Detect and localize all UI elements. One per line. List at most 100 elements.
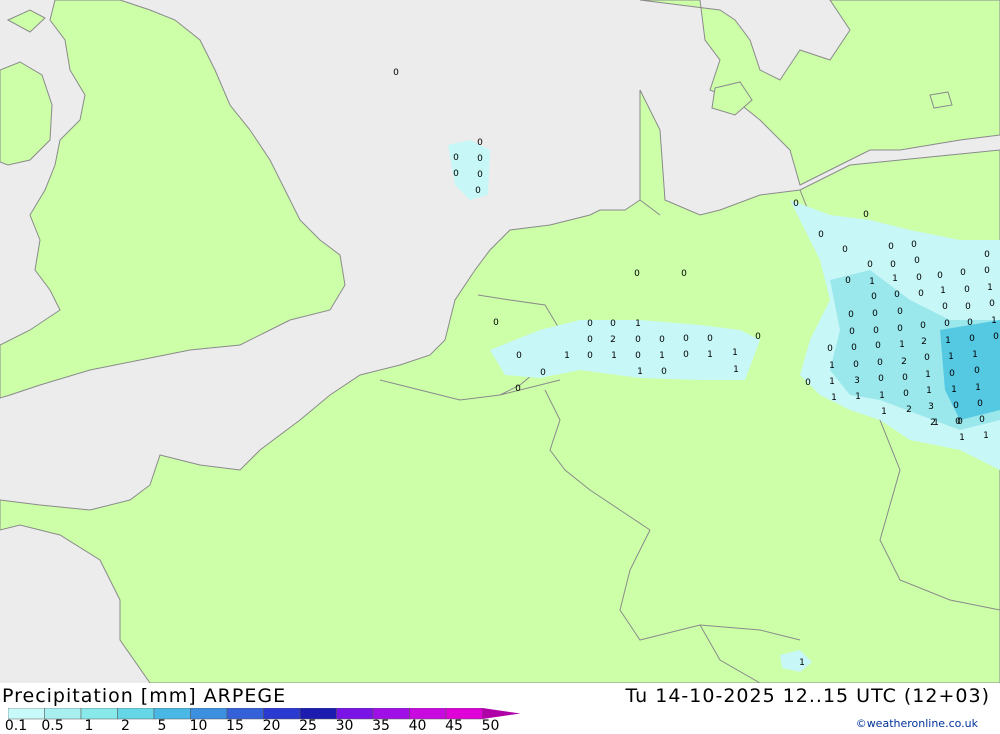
precip-value-label: 0 xyxy=(949,369,955,379)
precip-value-label: 0 xyxy=(453,153,459,163)
precip-value-label: 0 xyxy=(877,358,883,368)
precip-value-label: 0 xyxy=(516,351,522,361)
precip-value-label: 0 xyxy=(477,138,483,148)
precip-value-label: 0 xyxy=(914,256,920,266)
legend-label: 10 xyxy=(189,718,208,734)
precip-value-label: 1 xyxy=(881,407,887,417)
precip-value-label: 0 xyxy=(942,302,948,312)
precip-value-label: 0 xyxy=(587,335,593,345)
precip-value-label: 0 xyxy=(957,417,963,427)
precip-value-label: 0 xyxy=(805,378,811,388)
precip-value-label: 0 xyxy=(944,319,950,329)
precip-value-label: 0 xyxy=(984,250,990,260)
legend-label: 25 xyxy=(299,718,317,734)
precip-value-label: 0 xyxy=(964,285,970,295)
precip-value-label: 1 xyxy=(733,365,739,375)
precip-value-label: 3 xyxy=(928,402,934,412)
precip-value-label: 0 xyxy=(894,290,900,300)
legend-label: 45 xyxy=(445,718,463,734)
precip-value-label: 2 xyxy=(921,337,927,347)
precip-value-label: 1 xyxy=(987,283,993,293)
precip-value-label: 0 xyxy=(984,266,990,276)
precip-value-label: 0 xyxy=(851,343,857,353)
precip-value-label: 0 xyxy=(903,389,909,399)
legend-label: 20 xyxy=(262,718,281,734)
precip-value-label: 0 xyxy=(477,154,483,164)
precip-value-label: 0 xyxy=(610,319,616,329)
precip-value-label: 1 xyxy=(945,336,951,346)
precip-value-label: 0 xyxy=(587,351,593,361)
precip-value-label: 0 xyxy=(477,170,483,180)
precip-value-label: 0 xyxy=(659,335,665,345)
precip-value-label: 1 xyxy=(707,350,713,360)
precip-value-label: 1 xyxy=(926,386,932,396)
precip-value-label: 0 xyxy=(848,310,854,320)
precip-value-label: 0 xyxy=(634,269,640,279)
legend-label: 0.5 xyxy=(41,718,64,734)
precip-value-label: 0 xyxy=(540,368,546,378)
precip-value-label: 0 xyxy=(683,334,689,344)
precip-value-label: 1 xyxy=(611,351,617,361)
precip-value-label: 0 xyxy=(683,350,689,360)
precip-value-label: 0 xyxy=(937,271,943,281)
precip-value-label: 0 xyxy=(827,344,833,354)
precip-value-label: 1 xyxy=(975,383,981,393)
precip-value-label: 0 xyxy=(818,230,824,240)
precip-value-label: 1 xyxy=(925,370,931,380)
precip-value-label: 0 xyxy=(897,307,903,317)
precip-value-label: 0 xyxy=(635,351,641,361)
precip-value-label: 0 xyxy=(587,319,593,329)
credit-link[interactable]: ©weatheronline.co.uk xyxy=(856,717,978,730)
precip-value-label: 1 xyxy=(635,319,641,329)
precip-value-label: 0 xyxy=(974,366,980,376)
precip-value-label: 0 xyxy=(845,276,851,286)
legend-label: 15 xyxy=(226,718,244,734)
precip-value-label: 0 xyxy=(960,268,966,278)
precip-value-label: 0 xyxy=(890,260,896,270)
precip-value-label: 2 xyxy=(901,357,907,367)
precip-value-label: 0 xyxy=(515,384,521,394)
precip-value-label: 0 xyxy=(493,318,499,328)
precip-value-label: 0 xyxy=(635,335,641,345)
precip-value-label: 1 xyxy=(959,433,965,443)
precip-value-label: 1 xyxy=(855,392,861,402)
precip-value-label: 0 xyxy=(953,401,959,411)
precip-value-label: 0 xyxy=(793,199,799,209)
precip-value-label: 0 xyxy=(993,332,999,342)
map-footer: Precipitation [mm] ARPEGE Tu 14-10-2025 … xyxy=(0,683,1000,734)
precip-value-label: 0 xyxy=(967,318,973,328)
precip-value-label: 0 xyxy=(989,299,995,309)
precip-value-label: 1 xyxy=(829,377,835,387)
precip-value-label: 0 xyxy=(979,415,985,425)
precip-value-label: 0 xyxy=(916,273,922,283)
precip-value-label: 1 xyxy=(879,391,885,401)
precip-value-label: 1 xyxy=(991,316,997,326)
precip-value-label: 1 xyxy=(732,348,738,358)
product-title: Precipitation [mm] ARPEGE xyxy=(2,685,287,707)
precip-value-label: 0 xyxy=(853,360,859,370)
precip-value-label: 0 xyxy=(920,321,926,331)
precip-value-label: 1 xyxy=(831,393,837,403)
precip-value-label: 0 xyxy=(969,334,975,344)
precip-value-label: 0 xyxy=(842,245,848,255)
precip-value-label: 1 xyxy=(799,658,805,668)
precip-value-label: 0 xyxy=(849,327,855,337)
precip-value-label: 1 xyxy=(933,418,939,428)
precip-value-label: 0 xyxy=(888,242,894,252)
precipitation-map: 0 0 0 0 0 0 0 0 0 0 0 0 0 0 0 0 0 0 0 0 0 0 0 1 1 0 1 0 1 0 0 0 0 0 0 0 0 0 1 0… xyxy=(0,0,1000,683)
precip-value-label: 3 xyxy=(854,376,860,386)
precip-value-label: 0 xyxy=(871,292,877,302)
precip-value-label: 0 xyxy=(897,324,903,334)
precip-value-label: 0 xyxy=(873,326,879,336)
precip-value-label: 0 xyxy=(977,399,983,409)
precip-value-label: 0 xyxy=(661,367,667,377)
precip-value-label: 0 xyxy=(475,186,481,196)
precip-value-label: 0 xyxy=(875,341,881,351)
precip-value-label: 1 xyxy=(972,350,978,360)
precip-value-label: 0 xyxy=(902,373,908,383)
legend-label: 35 xyxy=(372,718,390,734)
precip-value-label: 0 xyxy=(924,353,930,363)
legend-label: 5 xyxy=(157,718,167,734)
precip-value-label: 1 xyxy=(869,277,875,287)
precip-value-label: 0 xyxy=(965,302,971,312)
